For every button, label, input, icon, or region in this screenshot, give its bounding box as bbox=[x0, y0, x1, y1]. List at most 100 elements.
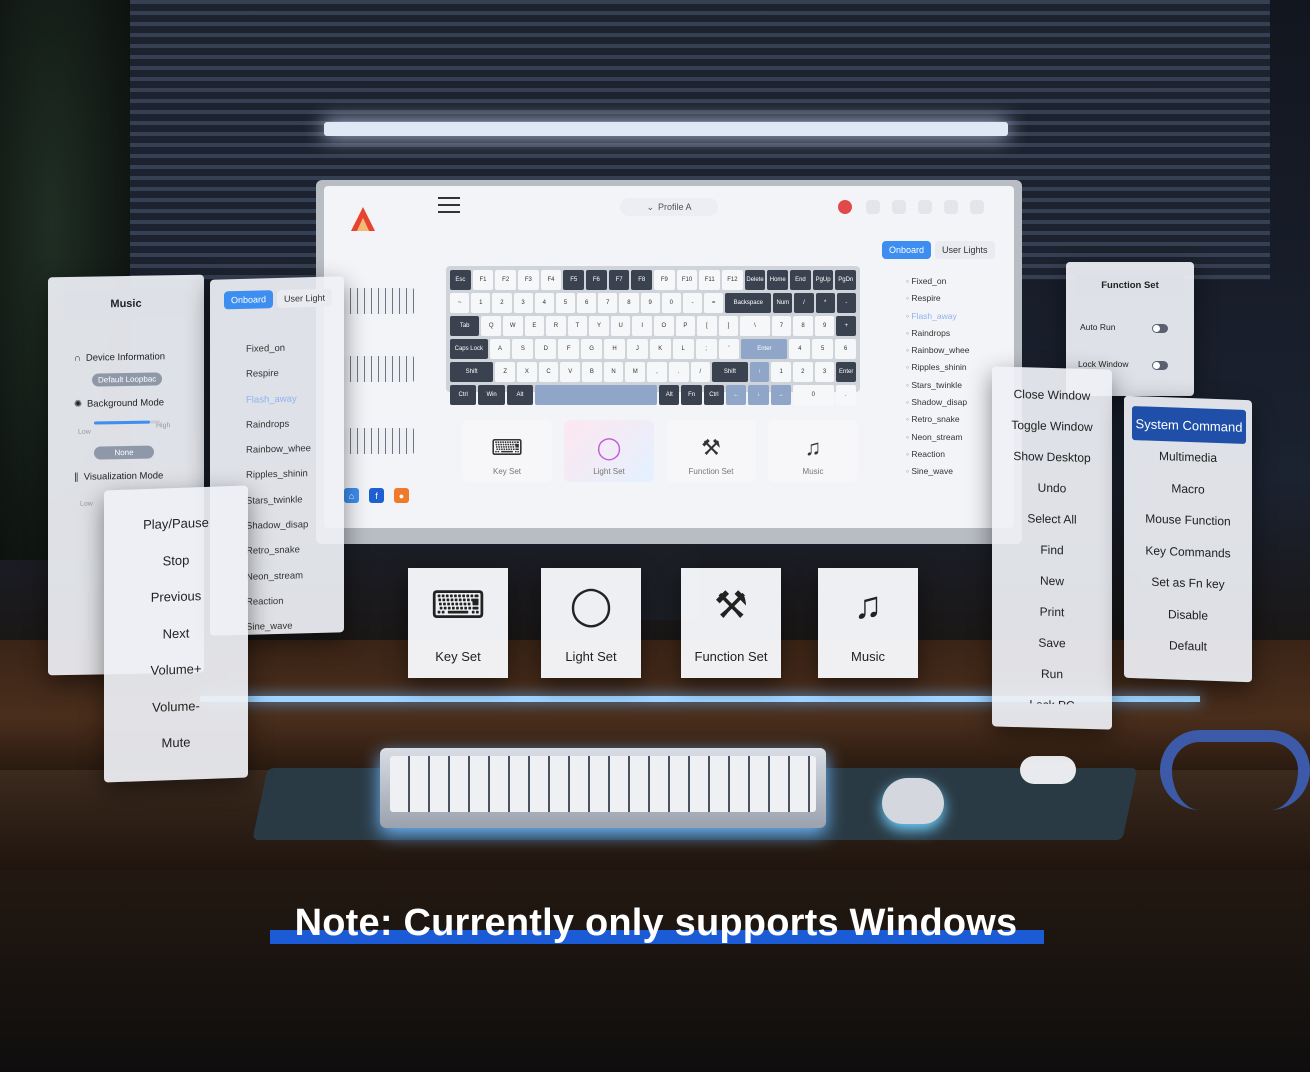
media-item[interactable]: Volume+ bbox=[104, 649, 248, 691]
key[interactable]: 7 bbox=[771, 316, 792, 336]
toolbar-button-5[interactable] bbox=[970, 200, 984, 214]
key[interactable]: 6 bbox=[835, 339, 857, 359]
command-item[interactable]: Disable bbox=[1124, 597, 1252, 633]
key[interactable]: W bbox=[502, 316, 523, 336]
screen-tile-key-set[interactable]: ⌨ Key Set bbox=[462, 420, 552, 482]
tab-user-light[interactable]: User Light bbox=[277, 288, 333, 308]
key[interactable]: [ bbox=[697, 316, 717, 336]
hamburger-menu-icon[interactable] bbox=[438, 196, 460, 214]
lock-window-toggle[interactable] bbox=[1152, 361, 1168, 370]
command-item[interactable]: Save bbox=[992, 626, 1112, 660]
key[interactable]: 1 bbox=[471, 293, 491, 313]
record-icon[interactable] bbox=[838, 200, 852, 214]
key[interactable]: + bbox=[836, 316, 856, 336]
key[interactable]: 2 bbox=[793, 362, 813, 382]
media-item[interactable]: Mute bbox=[104, 722, 248, 764]
chat-icon[interactable]: ● bbox=[394, 488, 409, 503]
effect-item[interactable]: Sine_wave bbox=[246, 613, 311, 640]
key[interactable]: Delete bbox=[744, 270, 766, 290]
effect-item[interactable]: Raindrops bbox=[246, 411, 311, 438]
key[interactable]: F bbox=[558, 339, 580, 359]
key[interactable]: 9 bbox=[640, 293, 660, 313]
command-item[interactable]: Multimedia bbox=[1124, 440, 1252, 476]
key[interactable]: / bbox=[690, 362, 711, 382]
effect-item[interactable]: Stars_twinkle bbox=[246, 487, 311, 514]
media-item[interactable]: Volume- bbox=[104, 686, 248, 728]
effect-item[interactable]: Reaction bbox=[906, 446, 970, 463]
key[interactable]: 7 bbox=[598, 293, 618, 313]
key[interactable]: M bbox=[625, 362, 646, 382]
effect-item[interactable]: Shadow_disap bbox=[246, 512, 311, 539]
key[interactable]: 0 bbox=[793, 385, 834, 405]
effect-item[interactable]: Flash_away bbox=[246, 386, 311, 413]
toolbar-button-4[interactable] bbox=[944, 200, 958, 214]
effect-item[interactable]: Retro_snake bbox=[246, 537, 311, 564]
command-item[interactable]: Default bbox=[1124, 629, 1252, 665]
key[interactable]: F12 bbox=[722, 270, 743, 290]
facebook-icon[interactable]: f bbox=[369, 488, 384, 503]
background-mode-slider[interactable] bbox=[94, 420, 160, 425]
key[interactable]: 6 bbox=[577, 293, 597, 313]
toolbar-button-1[interactable] bbox=[866, 200, 880, 214]
key[interactable]: → bbox=[770, 385, 791, 405]
key[interactable]: 8 bbox=[793, 316, 813, 336]
command-item[interactable]: Close Window bbox=[992, 378, 1112, 412]
effect-item[interactable]: Rainbow_whee bbox=[906, 342, 969, 359]
key[interactable]: Caps Lock bbox=[450, 339, 488, 359]
command-item[interactable]: Mouse Function bbox=[1124, 503, 1252, 539]
key[interactable]: D bbox=[535, 339, 557, 359]
command-item[interactable]: Macro bbox=[1124, 471, 1252, 507]
media-item[interactable]: Stop bbox=[104, 540, 248, 582]
key[interactable]: Fn bbox=[681, 385, 702, 405]
command-item[interactable]: Show Desktop bbox=[992, 440, 1112, 474]
tab-onboard[interactable]: Onboard bbox=[882, 241, 932, 259]
key[interactable]: ↓ bbox=[748, 385, 769, 405]
key[interactable]: 1 bbox=[771, 362, 791, 382]
tab-onboard[interactable]: Onboard bbox=[224, 290, 274, 310]
key[interactable]: F10 bbox=[676, 270, 698, 290]
command-item[interactable]: Undo bbox=[992, 471, 1112, 505]
toolbar-button-2[interactable] bbox=[892, 200, 906, 214]
key[interactable]: E bbox=[524, 316, 545, 336]
screen-tile-function-set[interactable]: ⚒ Function Set bbox=[666, 420, 756, 482]
key[interactable]: 8 bbox=[619, 293, 639, 313]
system-command-header[interactable]: System Command bbox=[1132, 406, 1246, 445]
effect-item[interactable]: Sine_wave bbox=[906, 463, 970, 480]
key[interactable]: F9 bbox=[654, 270, 675, 290]
profile-selector[interactable]: ⌄ Profile A bbox=[620, 198, 718, 216]
key[interactable]: 5 bbox=[555, 293, 576, 313]
toolbar-button-3[interactable] bbox=[918, 200, 932, 214]
effect-item[interactable]: Ripples_shinin bbox=[246, 462, 311, 489]
key[interactable]: 4 bbox=[534, 293, 554, 313]
key[interactable]: - bbox=[682, 293, 703, 313]
key[interactable]: Ctrl bbox=[703, 385, 725, 405]
auto-run-toggle[interactable] bbox=[1152, 324, 1168, 333]
key[interactable]: Ctrl bbox=[450, 385, 477, 405]
key[interactable]: J bbox=[626, 339, 648, 359]
key[interactable]: I bbox=[632, 316, 652, 336]
key[interactable]: L bbox=[672, 339, 694, 359]
command-item[interactable]: New bbox=[992, 564, 1112, 598]
key[interactable]: V bbox=[560, 362, 581, 382]
card-light-set[interactable]: ◯ Light Set bbox=[541, 568, 641, 678]
key[interactable]: ] bbox=[718, 316, 739, 336]
effect-item[interactable]: Ripples_shinin bbox=[906, 359, 970, 376]
command-item[interactable]: Find bbox=[992, 533, 1112, 567]
key[interactable]: O bbox=[654, 316, 674, 336]
keyboard-thumbnail[interactable] bbox=[344, 356, 414, 382]
key[interactable]: 9 bbox=[814, 316, 835, 336]
card-function-set[interactable]: ⚒ Function Set bbox=[681, 568, 781, 678]
key[interactable]: Backspace bbox=[725, 293, 772, 313]
key[interactable]: Enter bbox=[741, 339, 788, 359]
key[interactable]: Y bbox=[589, 316, 609, 336]
key[interactable]: ← bbox=[726, 385, 747, 405]
key[interactable]: \ bbox=[740, 316, 770, 336]
key[interactable]: Alt bbox=[659, 385, 680, 405]
key[interactable]: A bbox=[489, 339, 511, 359]
media-item[interactable]: Previous bbox=[104, 576, 248, 618]
key[interactable]: PgUp bbox=[812, 270, 834, 290]
key[interactable]: R bbox=[546, 316, 566, 336]
key[interactable]: . bbox=[668, 362, 689, 382]
key[interactable]: B bbox=[582, 362, 602, 382]
media-item[interactable]: Play/Pause bbox=[104, 503, 248, 545]
